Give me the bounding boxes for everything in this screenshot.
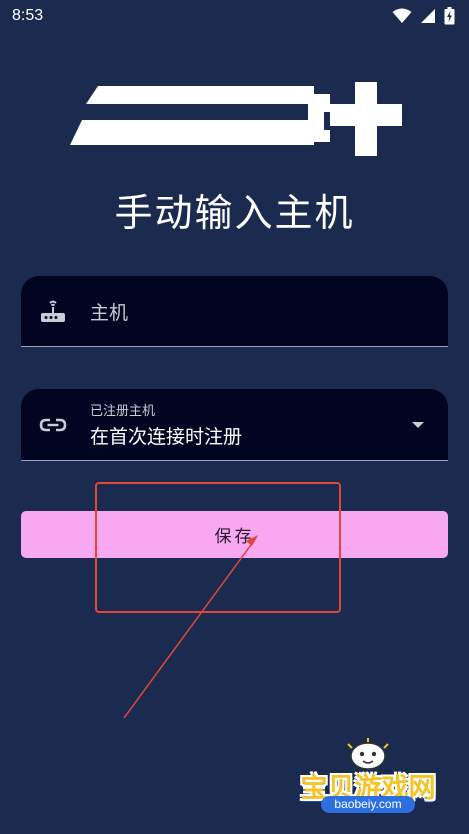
battery-charging-icon — [444, 7, 455, 25]
host-placeholder: 主机 — [90, 301, 129, 324]
annotation-highlight-box — [95, 482, 341, 613]
wifi-icon — [392, 8, 412, 23]
status-time: 8:53 — [12, 7, 44, 24]
host-input[interactable]: 主机 — [21, 276, 448, 347]
registered-host-value: 在首次连接时注册 — [90, 426, 243, 448]
signal-icon — [421, 9, 435, 23]
router-icon — [38, 296, 68, 326]
status-icons — [392, 7, 455, 25]
watermark-url: baobeiy.com — [321, 796, 415, 813]
page-title: 手动输入主机 — [114, 191, 355, 235]
registered-host-dropdown[interactable]: 已注册主机 在首次连接时注册 — [21, 389, 448, 461]
link-icon — [38, 410, 68, 440]
dropdown-arrow-icon[interactable] — [398, 410, 438, 440]
watermark: 宝贝游戏网 baobeiy.com — [288, 738, 448, 828]
moonlight-logo — [70, 82, 402, 156]
status-bar: 8:53 — [0, 0, 469, 32]
registered-host-label: 已注册主机 — [90, 404, 156, 419]
